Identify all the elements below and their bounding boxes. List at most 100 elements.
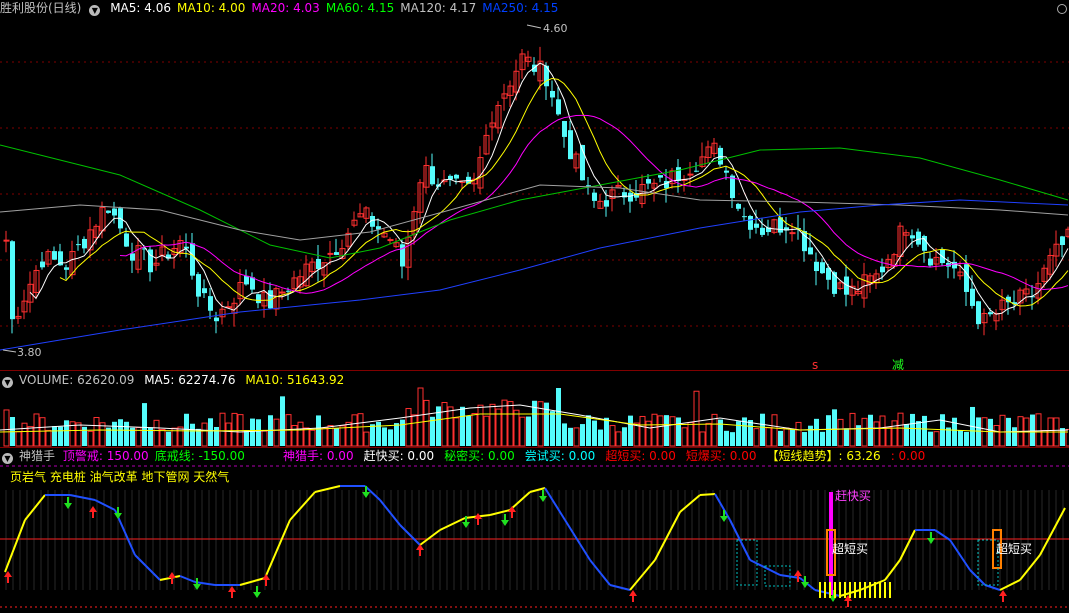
candle-down xyxy=(556,99,561,115)
volume-bar-up xyxy=(705,422,712,447)
volume-bar-down xyxy=(124,421,129,446)
oscillator-segment xyxy=(589,559,611,586)
volume-bar-down xyxy=(976,417,981,446)
ma5-line xyxy=(29,62,1069,315)
candle-down xyxy=(568,130,573,160)
candle-down xyxy=(694,170,699,172)
oscillator-segment xyxy=(679,494,701,513)
candle-down xyxy=(820,262,825,274)
volume-bar-up xyxy=(27,426,34,447)
volume-bar-up xyxy=(693,390,700,447)
volume-bar-down xyxy=(922,415,927,446)
candle-down xyxy=(82,238,87,249)
volume-bar-up xyxy=(153,419,160,447)
volume-bar-up xyxy=(351,414,358,447)
oscillator-segment xyxy=(984,584,1001,591)
candle-down xyxy=(646,179,651,184)
volume-bar-down xyxy=(820,431,825,446)
volume-bar-down xyxy=(598,429,603,446)
volume-bar-down xyxy=(622,427,627,446)
volume-bar-up xyxy=(513,409,520,447)
volume-bar-up xyxy=(21,422,28,447)
candle-down xyxy=(988,312,993,315)
volume-bar-down xyxy=(868,414,873,446)
candle-down xyxy=(724,170,729,173)
volume-bar-up xyxy=(417,387,424,447)
oscillator-segment xyxy=(1039,507,1066,556)
volume-bar-down xyxy=(604,417,609,446)
volume-bar-up xyxy=(495,408,502,447)
volume-bar-down xyxy=(280,396,285,446)
oscillator-segment xyxy=(629,559,656,591)
oscillator-segment xyxy=(564,519,591,561)
volume-bar-up xyxy=(885,426,892,447)
candle-down xyxy=(880,266,885,273)
volume-bar-down xyxy=(376,421,381,446)
volume-bar-up xyxy=(231,412,238,447)
high-pointer xyxy=(526,24,542,29)
volume-bar-down xyxy=(730,432,735,446)
volume-bar-up xyxy=(33,413,40,447)
volume-bar-down xyxy=(592,420,597,446)
sell-arrow-icon xyxy=(539,490,547,502)
candle-down xyxy=(106,210,111,213)
candle-down xyxy=(676,167,681,181)
buy-arrow-icon xyxy=(508,506,516,518)
buy-arrow-icon xyxy=(262,574,270,586)
volume-bar-down xyxy=(382,427,387,446)
volume-bar-up xyxy=(615,431,622,447)
sell-arrow-icon xyxy=(927,532,935,544)
volume-bar-up xyxy=(699,431,706,447)
volume-bar-down xyxy=(748,420,753,446)
volume-bar-down xyxy=(952,417,957,446)
volume-bar-up xyxy=(321,427,328,447)
candle-down xyxy=(730,175,735,199)
candle-down xyxy=(208,296,213,311)
oscillator-segment xyxy=(314,485,341,493)
candle-down xyxy=(196,274,201,297)
volume-bar-down xyxy=(832,409,837,446)
volume-bar-down xyxy=(466,415,471,446)
attempt-buy-box xyxy=(977,539,999,586)
volume-bar-up xyxy=(39,417,46,447)
candle-up xyxy=(789,232,796,235)
ma60-line xyxy=(0,144,1069,259)
volume-bar-down xyxy=(676,417,681,446)
sell-arrow-icon xyxy=(114,507,122,519)
volume-bar-up xyxy=(993,425,1000,447)
volume-bar-up xyxy=(795,421,802,447)
candle-down xyxy=(658,175,663,178)
candle-down xyxy=(628,192,633,202)
volume-bar-up xyxy=(861,417,868,447)
oscillator-segment xyxy=(289,491,316,521)
candle-down xyxy=(334,252,339,255)
kline-chart-canvas[interactable]: 4.60 3.80 s 减赶快买超短买 超短买 xyxy=(0,0,1069,613)
volume-bar-up xyxy=(75,422,82,447)
volume-bar-down xyxy=(556,388,561,446)
oscillator-segment xyxy=(4,519,26,573)
sell-arrow-icon xyxy=(501,514,509,526)
candle-down xyxy=(124,233,129,247)
oscillator-segment xyxy=(609,584,631,591)
volume-bar-down xyxy=(394,423,399,446)
candle-up xyxy=(3,239,10,242)
oscillator-segment xyxy=(1019,554,1041,581)
volume-bar-up xyxy=(471,413,478,447)
volume-bar-down xyxy=(958,430,963,446)
sell-arrow-icon xyxy=(253,586,261,598)
candle-down xyxy=(928,258,933,266)
chaoduan-label-2: 超短买 xyxy=(996,541,1032,556)
volume-bar-up xyxy=(519,416,526,447)
volume-bar-up xyxy=(363,431,370,447)
oscillator-segment xyxy=(699,493,716,496)
volume-bar-up xyxy=(897,412,904,447)
volume-bar-down xyxy=(964,431,969,446)
oscillator-segment xyxy=(654,511,681,561)
candle-up xyxy=(387,239,394,242)
volume-bar-down xyxy=(460,406,465,446)
volume-bar-down xyxy=(388,429,393,446)
volume-bar-up xyxy=(669,416,676,447)
oscillator-segment xyxy=(509,491,531,511)
volume-bar-down xyxy=(82,426,87,446)
volume-bar-down xyxy=(808,425,813,446)
